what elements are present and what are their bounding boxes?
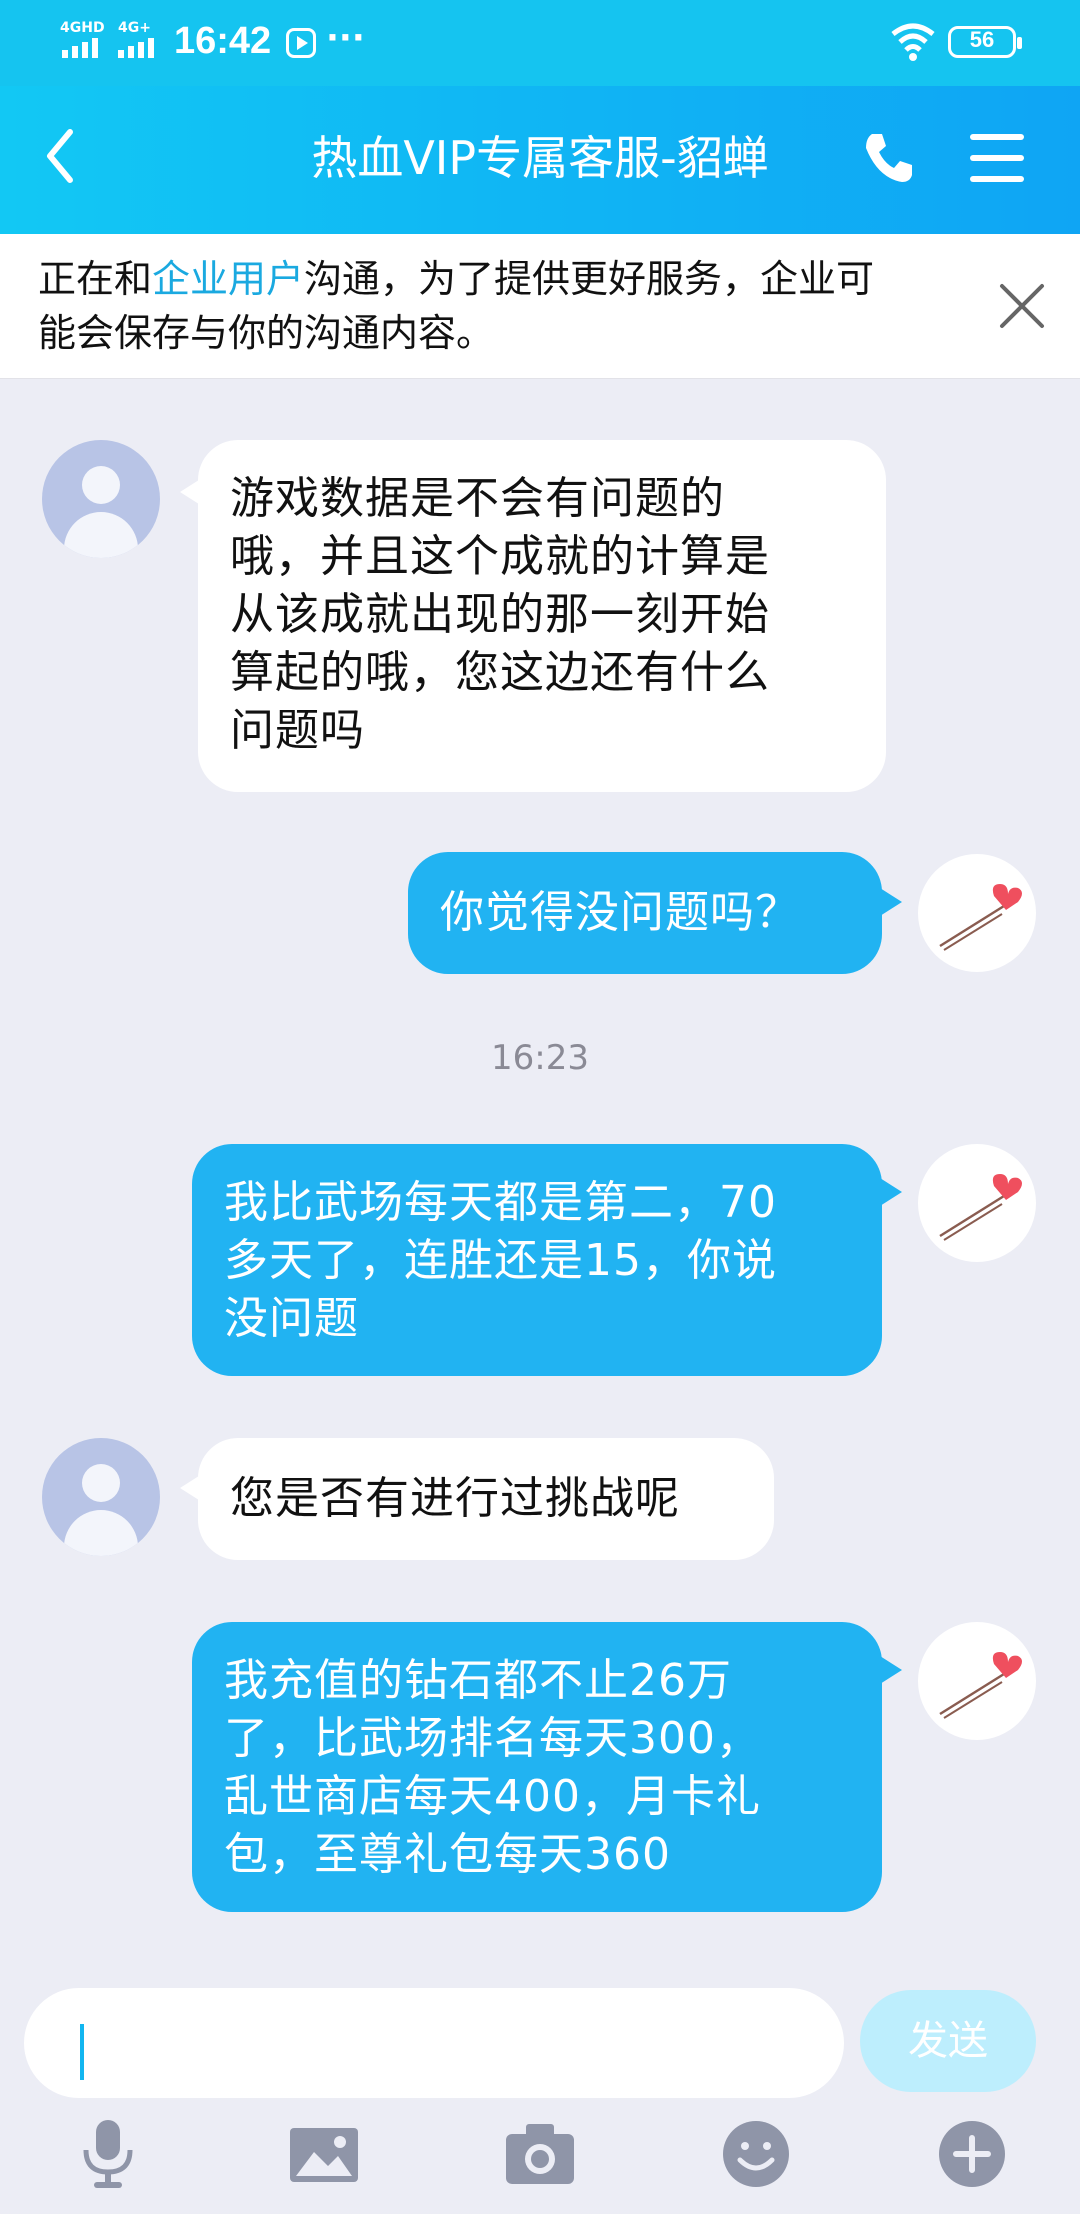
signal-4g-icon: 4G+ <box>116 20 162 60</box>
bubble-tail <box>880 1656 902 1684</box>
image-icon <box>290 2128 358 2182</box>
smiley-icon <box>723 2121 789 2187</box>
signal-label: 4G+ <box>118 20 151 36</box>
send-button[interactable]: 发送 <box>860 1990 1036 2092</box>
message-text: 游戏数据是不会有问题的 哦，并且这个成就的计算是 从该成就出现的那一刻开始 算起… <box>230 473 770 756</box>
more-options-button[interactable] <box>932 2114 1012 2194</box>
outgoing-message-bubble[interactable]: 我比武场每天都是第二，70 多天了，连胜还是15，你说 没问题 <box>192 1144 882 1376</box>
camera-icon <box>506 2124 574 2184</box>
text-cursor <box>80 2024 84 2080</box>
close-notice-button[interactable] <box>992 276 1052 336</box>
input-area: 发送 <box>0 1978 1080 2214</box>
phone-icon <box>866 134 912 182</box>
notice-prefix: 正在和 <box>38 257 153 301</box>
back-button[interactable] <box>40 126 100 196</box>
media-play-icon <box>286 28 316 58</box>
cupid-arrow-heart-icon <box>939 1652 1022 1719</box>
message-text: 我比武场每天都是第二，70 多天了，连胜还是15，你说 没问题 <box>224 1177 777 1344</box>
cupid-arrow-heart-icon <box>939 884 1022 951</box>
voice-button[interactable] <box>68 2114 148 2194</box>
outgoing-message-bubble[interactable]: 我充值的钻石都不止26万 了，比武场排名每天300， 乱世商店每天400，月卡礼… <box>192 1622 882 1912</box>
user-avatar[interactable] <box>918 854 1036 972</box>
chevron-left-icon <box>47 129 73 183</box>
chat-title: 热血VIP专属客服-貂蝉 <box>311 131 769 185</box>
wifi-icon <box>890 20 936 62</box>
menu-button[interactable] <box>970 134 1024 184</box>
camera-button[interactable] <box>500 2114 580 2194</box>
status-bar: 4GHD 4G+ 16:42 ··· 56 <box>0 0 1080 86</box>
close-icon <box>1000 284 1044 328</box>
message-text: 我充值的钻石都不止26万 了，比武场排名每天300， 乱世商店每天400，月卡礼… <box>224 1655 761 1880</box>
emoji-button[interactable] <box>716 2114 796 2194</box>
incoming-message-bubble[interactable]: 您是否有进行过挑战呢 <box>198 1438 774 1560</box>
message-text: 你觉得没问题吗？ <box>440 887 800 938</box>
message-input[interactable] <box>24 1988 844 2098</box>
message-list[interactable]: 游戏数据是不会有问题的 哦，并且这个成就的计算是 从该成就出现的那一刻开始 算起… <box>0 378 1080 1978</box>
notice-line2: 能会保存与你的沟通内容。 <box>38 311 495 355</box>
user-avatar[interactable] <box>918 1144 1036 1262</box>
outgoing-message-bubble[interactable]: 你觉得没问题吗？ <box>408 852 882 974</box>
call-button[interactable] <box>860 130 920 190</box>
microphone-icon <box>83 2120 133 2188</box>
battery-icon: 56 <box>948 26 1022 58</box>
signal-label: 4GHD <box>60 20 105 36</box>
chat-header: 热血VIP专属客服-貂蝉 <box>0 86 1080 234</box>
enterprise-user-link[interactable]: 企业用户 <box>152 257 304 301</box>
agent-avatar[interactable] <box>42 1438 160 1556</box>
battery-level: 56 <box>969 27 995 52</box>
status-more: ··· <box>326 18 365 58</box>
bubble-tail <box>880 888 902 916</box>
cupid-arrow-heart-icon <box>939 1174 1022 1241</box>
signal-4ghd-icon: 4GHD <box>60 20 108 60</box>
notice-text: 正在和企业用户沟通，为了提供更好服务，企业可 能会保存与你的沟通内容。 <box>38 252 978 360</box>
message-text: 您是否有进行过挑战呢 <box>230 1473 680 1524</box>
user-avatar[interactable] <box>918 1622 1036 1740</box>
incoming-message-bubble[interactable]: 游戏数据是不会有问题的 哦，并且这个成就的计算是 从该成就出现的那一刻开始 算起… <box>198 440 886 792</box>
plus-circle-icon <box>939 2121 1005 2187</box>
enterprise-notice: 正在和企业用户沟通，为了提供更好服务，企业可 能会保存与你的沟通内容。 <box>0 234 1080 379</box>
status-time: 16:42 <box>174 20 272 62</box>
notice-line1-suffix: 沟通，为了提供更好服务，企业可 <box>304 257 875 301</box>
image-button[interactable] <box>284 2114 364 2194</box>
agent-avatar[interactable] <box>42 440 160 558</box>
bubble-tail <box>880 1178 902 1206</box>
message-timestamp: 16:23 <box>491 1038 589 1078</box>
